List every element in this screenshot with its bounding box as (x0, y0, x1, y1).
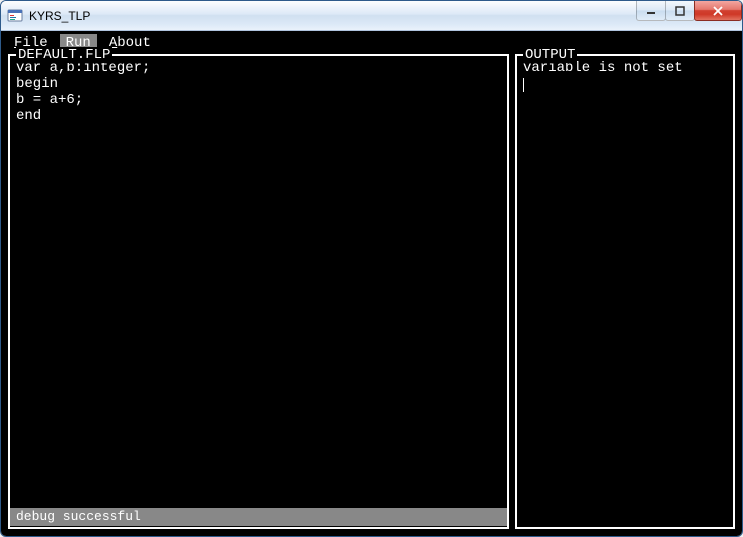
app-icon (7, 8, 23, 24)
maximize-button[interactable] (665, 1, 695, 21)
menu-about-rest: bout (117, 35, 151, 51)
window-controls (637, 1, 742, 21)
titlebar[interactable]: KYRS_TLP (1, 1, 742, 31)
minimize-button[interactable] (636, 1, 666, 21)
close-icon (712, 6, 724, 16)
close-button[interactable] (694, 1, 742, 21)
menubar: File Run About (2, 32, 741, 54)
editor-panel: DEFAULT.FLP var a,b:integer; begin b = a… (8, 54, 509, 529)
client-area: File Run About DEFAULT.FLP var a,b:integ… (1, 31, 742, 536)
minimize-icon (646, 6, 656, 16)
maximize-icon (675, 6, 685, 16)
window-title: KYRS_TLP (29, 9, 90, 23)
app-window: KYRS_TLP File Run About DEFAULT.FL (0, 0, 743, 537)
editor-content[interactable]: var a,b:integer; begin b = a+6; end (10, 56, 507, 508)
editor-panel-title: DEFAULT.FLP (16, 47, 112, 63)
output-panel-title: OUTPUT (523, 47, 577, 63)
output-panel: OUTPUT variable is not set (515, 54, 735, 529)
panels: DEFAULT.FLP var a,b:integer; begin b = a… (2, 54, 741, 535)
status-bar: debug successful (10, 508, 507, 526)
output-content: variable is not set (517, 56, 733, 527)
text-cursor-icon (523, 78, 524, 92)
